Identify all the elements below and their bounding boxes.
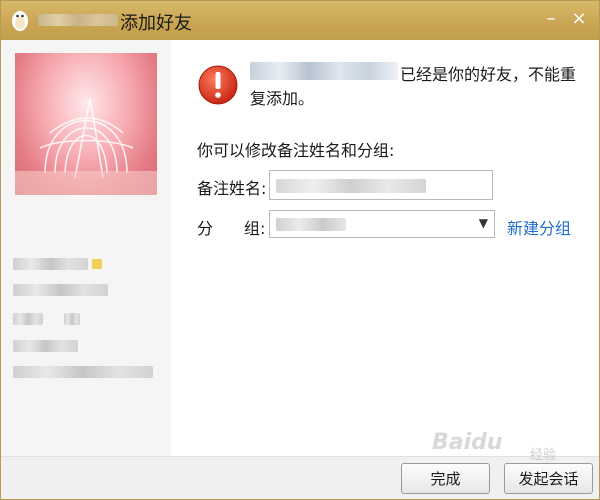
remark-value-redacted xyxy=(276,179,426,193)
avatar-art xyxy=(15,97,157,195)
profile-info-redacted xyxy=(64,313,80,325)
group-value-redacted xyxy=(276,218,346,231)
title-friend-name-redacted xyxy=(38,14,118,26)
warning-icon xyxy=(198,65,238,105)
profile-info-redacted xyxy=(13,366,153,378)
avatar xyxy=(15,53,157,195)
watermark-cn: 经验 xyxy=(530,448,557,463)
close-button[interactable]: × xyxy=(566,6,592,32)
remark-label: 备注姓名: xyxy=(197,179,267,198)
group-select[interactable]: ▼ xyxy=(269,210,495,238)
message-line1: 已经是你的好友，不能重 xyxy=(400,65,577,84)
vip-badge xyxy=(92,259,102,269)
profile-info-redacted xyxy=(13,313,43,325)
edit-prompt: 你可以修改备注姓名和分组: xyxy=(197,141,395,160)
message-line2: 复添加。 xyxy=(250,89,315,108)
window-title: 添加好友 xyxy=(120,13,192,34)
remark-name-input[interactable] xyxy=(269,170,493,200)
profile-nickname-redacted xyxy=(13,258,88,270)
chevron-down-icon[interactable]: ▼ xyxy=(479,216,488,230)
profile-info-redacted xyxy=(13,284,108,296)
group-label-part2: 组: xyxy=(244,219,266,238)
title-bar[interactable]: 添加好友 – × xyxy=(0,0,600,40)
start-chat-button[interactable]: 发起会话 xyxy=(504,463,593,494)
group-label-part1: 分 xyxy=(197,219,214,238)
watermark: Baidu xyxy=(432,430,503,455)
new-group-link[interactable]: 新建分组 xyxy=(507,215,571,239)
add-friend-dialog: 添加好友 – × 已经是你的好友，不能重 复添加。 你可以修改备注姓名和分组: … xyxy=(0,0,600,500)
qq-penguin-icon xyxy=(12,11,28,31)
profile-info-redacted xyxy=(13,340,78,352)
friend-name-redacted xyxy=(250,62,398,80)
minimize-button[interactable]: – xyxy=(538,6,564,32)
done-button[interactable]: 完成 xyxy=(401,463,490,494)
